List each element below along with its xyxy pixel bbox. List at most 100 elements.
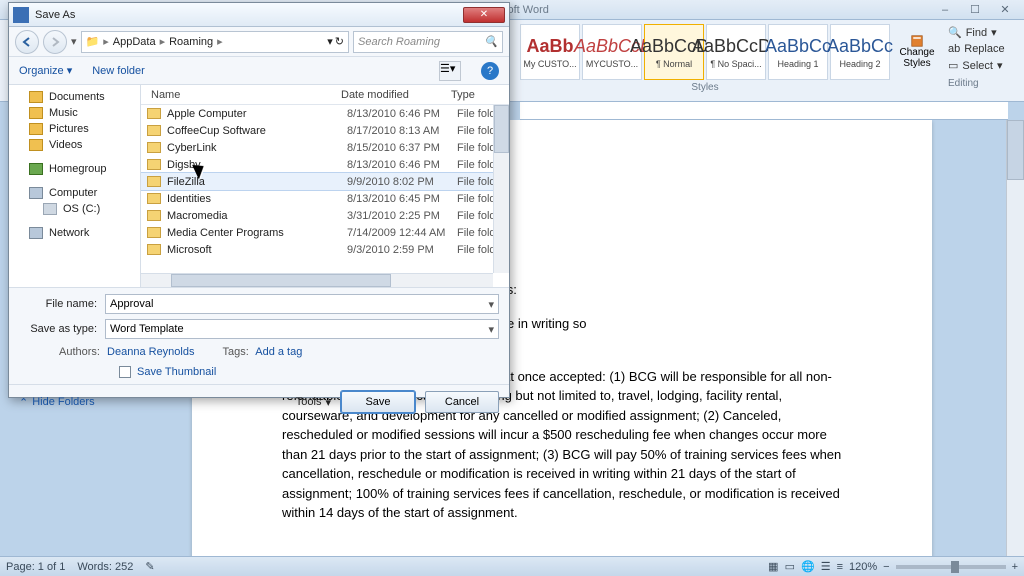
file-list[interactable]: Name Date modified Type Apple Computer8/… (141, 85, 509, 287)
close-icon[interactable]: ✕ (992, 3, 1018, 17)
style-gallery[interactable]: AaBbMy CUSTO...AaBbCcLMYCUSTO...AaBbCcDc… (520, 24, 890, 80)
ruler[interactable] (520, 102, 1008, 120)
back-icon (21, 36, 33, 48)
help-button[interactable]: ? (481, 62, 499, 80)
scrollbar-thumb[interactable] (1007, 120, 1024, 180)
dialog-close-button[interactable]: ✕ (463, 7, 505, 23)
folder-icon (147, 142, 161, 153)
table-row[interactable]: CyberLink8/15/2010 6:37 PMFile folde (141, 139, 509, 156)
view-draft-icon[interactable]: ≡ (837, 561, 843, 573)
network-icon (29, 227, 43, 239)
view-button[interactable]: ☰▾ (439, 61, 461, 81)
chevron-down-icon: ▾ (325, 396, 331, 409)
folder-icon (147, 210, 161, 221)
statusbar: Page: 1 of 1 Words: 252 ✎ ▦ ▭ 🌐 ☰ ≡ 120%… (0, 556, 1024, 576)
select-icon: ▭ (948, 59, 958, 72)
scrollbar-thumb[interactable] (171, 274, 391, 287)
folder-icon (29, 123, 43, 135)
table-row[interactable]: Identities8/13/2010 6:45 PMFile folde (141, 190, 509, 207)
find-button[interactable]: 🔍Find ▾ (948, 24, 1018, 41)
table-row[interactable]: FileZilla9/9/2010 8:02 PMFile folde (141, 173, 509, 190)
hide-folders-button[interactable]: ⌃Hide Folders (19, 396, 95, 409)
list-horizontal-scrollbar[interactable] (141, 273, 493, 287)
nav-drive[interactable]: OS (C:) (9, 201, 140, 217)
filename-label: File name: (19, 298, 105, 310)
save-thumbnail-label[interactable]: Save Thumbnail (137, 366, 216, 378)
table-row[interactable]: Macromedia3/31/2010 2:25 PMFile folde (141, 207, 509, 224)
table-row[interactable]: Apple Computer8/13/2010 6:46 PMFile fold… (141, 105, 509, 122)
nav-library-item[interactable]: Documents (9, 89, 140, 105)
change-styles-button[interactable]: Change Styles (896, 24, 938, 80)
chevron-down-icon[interactable]: ▾ (71, 35, 77, 48)
find-icon: 🔍 (948, 26, 962, 39)
dialog-titlebar[interactable]: Save As ✕ (9, 3, 509, 27)
column-date[interactable]: Date modified (341, 89, 451, 101)
folder-icon (29, 139, 43, 151)
zoom-out-button[interactable]: − (883, 561, 889, 573)
save-as-dialog: Save As ✕ ▾ 📁 ▸ AppData ▸ Roaming ▸ ▾↻ S… (8, 2, 510, 398)
forward-icon (49, 36, 61, 48)
folder-icon: 📁 (86, 35, 100, 48)
nav-computer[interactable]: Computer (9, 185, 140, 201)
refresh-icon[interactable]: ↻ (335, 35, 344, 48)
savetype-label: Save as type: (19, 323, 105, 335)
nav-homegroup[interactable]: Homegroup (9, 161, 140, 177)
list-vertical-scrollbar[interactable] (493, 105, 509, 273)
tools-button[interactable]: Tools ▾ (296, 396, 331, 409)
minimize-icon[interactable]: – (932, 3, 958, 17)
savetype-select[interactable]: Word Template▾ (105, 319, 499, 339)
save-thumbnail-checkbox[interactable] (119, 366, 131, 378)
breadcrumb[interactable]: 📁 ▸ AppData ▸ Roaming ▸ ▾↻ (81, 31, 349, 53)
table-row[interactable]: CoffeeCup Software8/17/2010 8:13 AMFile … (141, 122, 509, 139)
cancel-button[interactable]: Cancel (425, 391, 499, 413)
new-folder-button[interactable]: New folder (92, 65, 145, 77)
vertical-scrollbar[interactable] (1006, 120, 1024, 556)
chevron-down-icon[interactable]: ▾ (327, 35, 333, 48)
replace-icon: ab (948, 43, 960, 55)
zoom-slider[interactable] (896, 565, 1006, 569)
proofing-icon[interactable]: ✎ (145, 560, 154, 573)
nav-library-item[interactable]: Music (9, 105, 140, 121)
nav-library-item[interactable]: Pictures (9, 121, 140, 137)
table-row[interactable]: Media Center Programs7/14/2009 12:44 AMF… (141, 224, 509, 241)
zoom-slider-knob[interactable] (951, 561, 959, 573)
nav-pane[interactable]: DocumentsMusicPicturesVideos Homegroup C… (9, 85, 141, 287)
computer-icon (29, 187, 43, 199)
chevron-down-icon[interactable]: ▾ (488, 298, 494, 311)
authors-field[interactable]: Deanna Reynolds (107, 346, 194, 358)
forward-button[interactable] (43, 30, 67, 54)
word-count[interactable]: Words: 252 (77, 561, 133, 573)
scrollbar-thumb[interactable] (494, 105, 509, 153)
chevron-down-icon[interactable]: ▾ (488, 323, 494, 336)
tags-field[interactable]: Add a tag (255, 346, 302, 358)
select-button[interactable]: ▭Select ▾ (948, 57, 1018, 74)
style-box[interactable]: AaBbCcHeading 1 (768, 24, 828, 80)
folder-icon (147, 193, 161, 204)
filename-input[interactable]: Approval▾ (105, 294, 499, 314)
replace-button[interactable]: abReplace (948, 41, 1018, 57)
save-button[interactable]: Save (341, 391, 415, 413)
zoom-level[interactable]: 120% (849, 561, 877, 573)
table-row[interactable]: Microsoft9/3/2010 2:59 PMFile folde (141, 241, 509, 258)
search-input[interactable]: Search Roaming 🔍 (353, 31, 503, 53)
back-button[interactable] (15, 30, 39, 54)
table-row[interactable]: Digsby8/13/2010 6:46 PMFile folde (141, 156, 509, 173)
style-box[interactable]: AaBbCcDc¶ No Spaci... (706, 24, 766, 80)
view-print-icon[interactable]: ▦ (768, 560, 778, 573)
group-label-editing: Editing (948, 76, 1018, 91)
view-outline-icon[interactable]: ☰ (821, 560, 831, 573)
nav-network[interactable]: Network (9, 225, 140, 241)
style-box[interactable]: AaBbMy CUSTO... (520, 24, 580, 80)
organize-button[interactable]: Organize ▾ (19, 64, 72, 77)
page-status[interactable]: Page: 1 of 1 (6, 561, 65, 573)
restore-icon[interactable]: ☐ (962, 3, 988, 17)
column-type[interactable]: Type (451, 89, 509, 101)
chevron-up-icon: ⌃ (19, 396, 28, 409)
nav-library-item[interactable]: Videos (9, 137, 140, 153)
column-name[interactable]: Name (141, 89, 341, 101)
folder-icon (147, 176, 161, 187)
view-web-icon[interactable]: 🌐 (801, 560, 815, 573)
style-box[interactable]: AaBbCcHeading 2 (830, 24, 890, 80)
zoom-in-button[interactable]: + (1012, 561, 1018, 573)
view-fullscreen-icon[interactable]: ▭ (785, 560, 795, 573)
